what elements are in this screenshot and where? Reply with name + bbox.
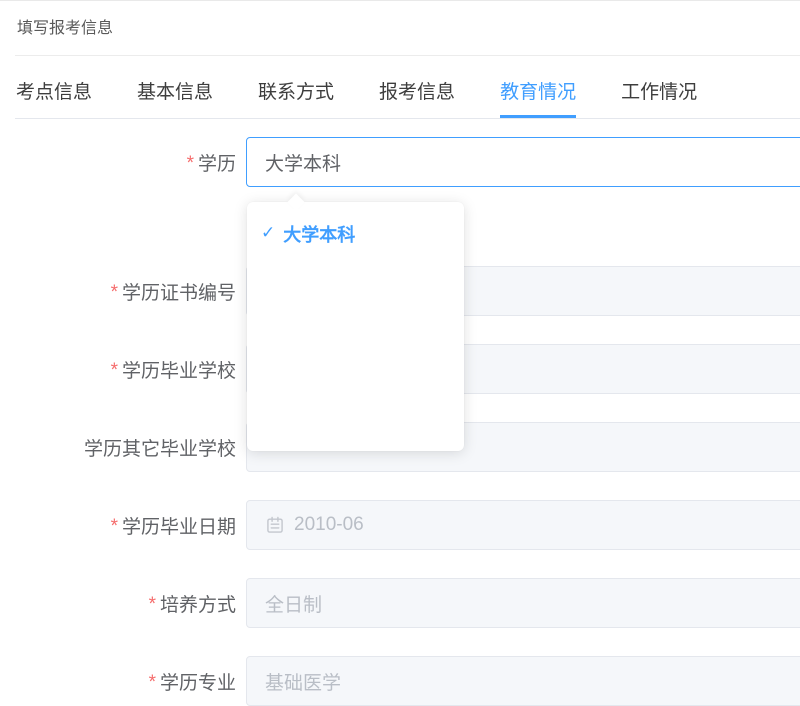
education-level-label: * 学历 — [0, 149, 236, 176]
required-asterisk: * — [149, 590, 156, 616]
graduation-school-label: * 学历毕业学校 — [0, 356, 236, 383]
certificate-number-label: * 学历证书编号 — [0, 278, 236, 305]
field-label-text: 学历 — [198, 149, 236, 176]
tab-education-info[interactable]: 教育情况 — [500, 82, 576, 118]
training-mode-label: * 培养方式 — [0, 590, 236, 617]
dropdown-option-bachelor[interactable]: ✓ 大学本科 — [247, 202, 464, 247]
check-icon: ✓ — [261, 223, 275, 245]
field-label-text: 学历证书编号 — [122, 278, 236, 305]
field-label-text: 学历毕业学校 — [122, 356, 236, 383]
input-value: 2010-06 — [294, 514, 364, 536]
major-label: * 学历专业 — [0, 668, 236, 695]
required-asterisk: * — [149, 668, 156, 694]
tab-application-info[interactable]: 报考信息 — [379, 82, 455, 118]
required-asterisk: * — [111, 512, 118, 538]
dropdown-option-label: 大学本科 — [283, 221, 355, 247]
tab-contact-info[interactable]: 联系方式 — [258, 82, 334, 118]
tab-exam-site-info[interactable]: 考点信息 — [16, 82, 92, 118]
required-asterisk: * — [111, 278, 118, 304]
tab-work-info[interactable]: 工作情况 — [621, 82, 697, 118]
graduation-date-label: * 学历毕业日期 — [0, 512, 236, 539]
required-asterisk: * — [187, 149, 194, 175]
field-label-text: 培养方式 — [160, 590, 236, 617]
field-label-text: 学历专业 — [160, 668, 236, 695]
tab-bar: 考点信息 基本信息 联系方式 报考信息 教育情况 工作情况 — [15, 56, 800, 119]
field-row-training-mode: * 培养方式 全日制 — [0, 578, 800, 628]
field-row-graduation-date: * 学历毕业日期 2010-06 — [0, 500, 800, 550]
calendar-icon — [265, 515, 285, 535]
tab-basic-info[interactable]: 基本信息 — [137, 82, 213, 118]
input-value: 基础医学 — [265, 668, 341, 695]
field-row-education-level: * 学历 — [0, 137, 800, 187]
other-graduation-school-label: 学历其它毕业学校 — [0, 434, 236, 461]
training-mode-input: 全日制 — [246, 578, 800, 628]
education-level-select[interactable] — [246, 137, 800, 187]
registration-form-page: { "title": "填写报考信息", "tabs": [ {"label":… — [0, 0, 800, 699]
graduation-date-input: 2010-06 — [246, 500, 800, 550]
field-label-text: 学历其它毕业学校 — [84, 434, 236, 461]
field-label-text: 学历毕业日期 — [122, 512, 236, 539]
education-level-dropdown: ✓ 大学本科 — [247, 202, 464, 451]
page-title: 填写报考信息 — [0, 1, 800, 40]
required-asterisk: * — [111, 356, 118, 382]
input-value: 全日制 — [265, 590, 322, 617]
